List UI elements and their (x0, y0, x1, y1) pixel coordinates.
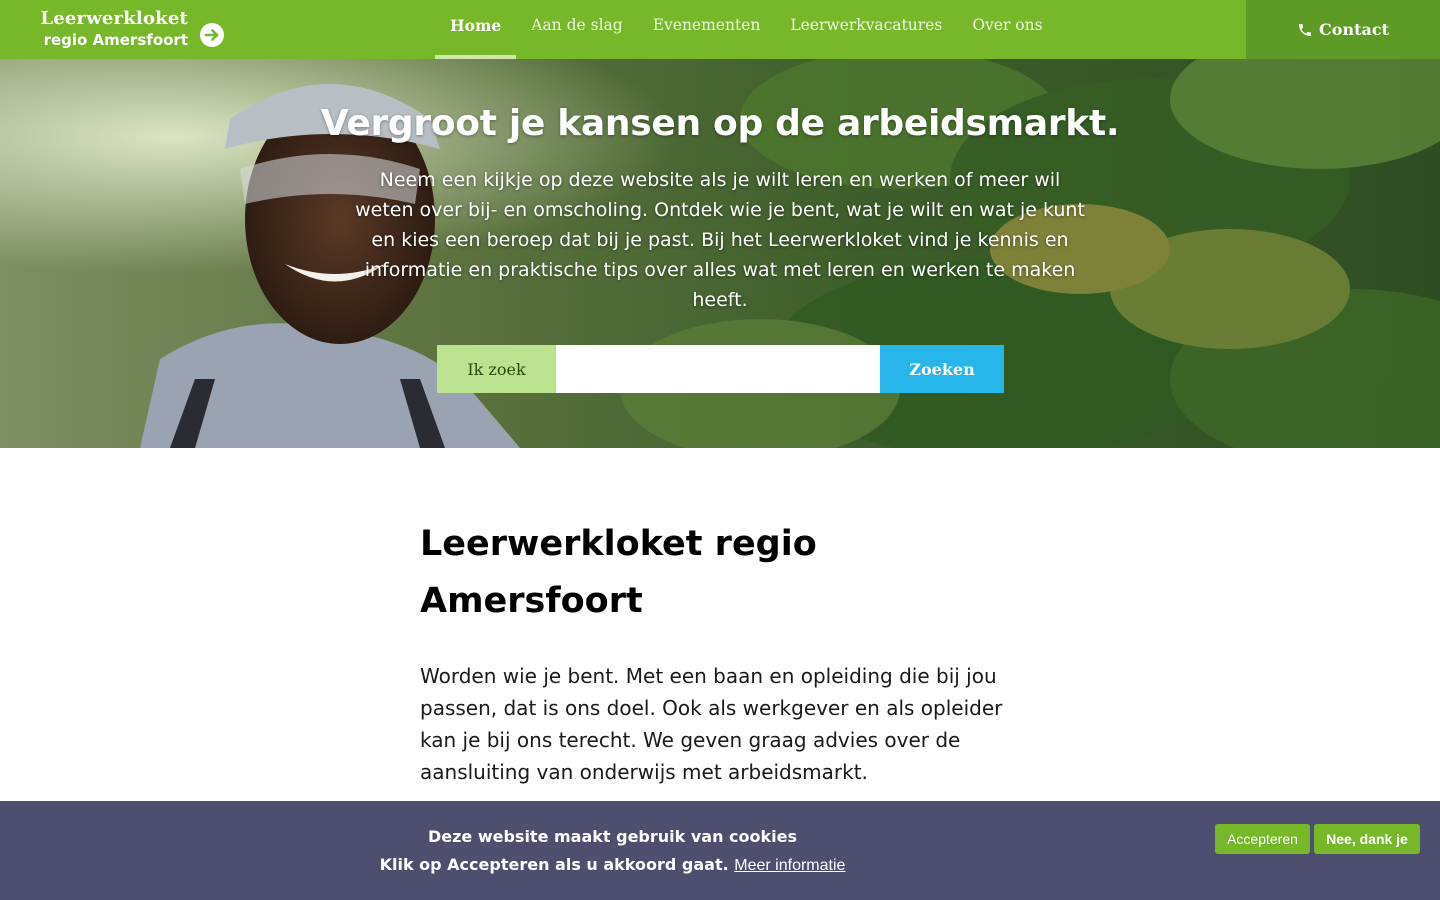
hero-title: Vergroot je kansen op de arbeidsmarkt. (320, 103, 1120, 144)
search-button[interactable]: Zoeken (880, 345, 1004, 393)
contact-button[interactable]: Contact (1246, 0, 1440, 59)
nav-item-over-ons[interactable]: Over ons (957, 0, 1057, 59)
search-input[interactable] (556, 345, 880, 393)
nav-item-aan-de-slag[interactable]: Aan de slag (516, 0, 637, 59)
decline-cookies-button[interactable]: Nee, dank je (1314, 824, 1420, 854)
cookie-message: Deze website maakt gebruik van cookies K… (0, 823, 1225, 880)
logo-title: Leerwerkloket (40, 8, 188, 29)
nav-item-leerwerkvacatures[interactable]: Leerwerkvacatures (775, 0, 957, 59)
accept-cookies-button[interactable]: Accepteren (1215, 824, 1310, 854)
arrow-right-circle-icon (200, 23, 224, 47)
hero-banner: Vergroot je kansen op de arbeidsmarkt. N… (0, 59, 1440, 448)
page-title: Leerwerkloket regio Amersfoort (420, 524, 817, 621)
nav-item-home[interactable]: Home (435, 0, 517, 59)
phone-icon (1299, 23, 1312, 36)
cookie-message-line1: Deze website maakt gebruik van cookies (427, 827, 798, 846)
nav-item-evenementen[interactable]: Evenementen (638, 0, 776, 59)
logo-subtitle: regio Amersfoort (43, 31, 188, 49)
cookie-bar: Deze website maakt gebruik van cookies K… (0, 801, 1440, 900)
more-info-link[interactable]: Meer informatie (734, 857, 845, 874)
site-header: Leerwerkloket regio Amersfoort Home Aan … (0, 0, 1440, 59)
intro-paragraph: Worden wie je bent. Met een baan en ople… (420, 664, 1003, 784)
main-content: Leerwerkloket regio Amersfoort Worden wi… (420, 516, 1040, 788)
hero-intro-text: Neem een kijkje op deze website als je w… (355, 169, 1085, 311)
cookie-message-line2-wrapper: Klik op Accepteren als u akkoord gaat. M… (0, 851, 1225, 880)
search-label: Ik zoek (437, 345, 556, 393)
site-logo[interactable]: Leerwerkloket regio Amersfoort (25, 8, 230, 52)
cookie-message-line2: Klik op Accepteren als u akkoord gaat. (379, 855, 729, 874)
main-nav: Home Aan de slag Evenementen Leerwerkvac… (435, 0, 1058, 59)
contact-label: Contact (1319, 20, 1389, 39)
search-form: Ik zoek Zoeken (437, 345, 1004, 393)
